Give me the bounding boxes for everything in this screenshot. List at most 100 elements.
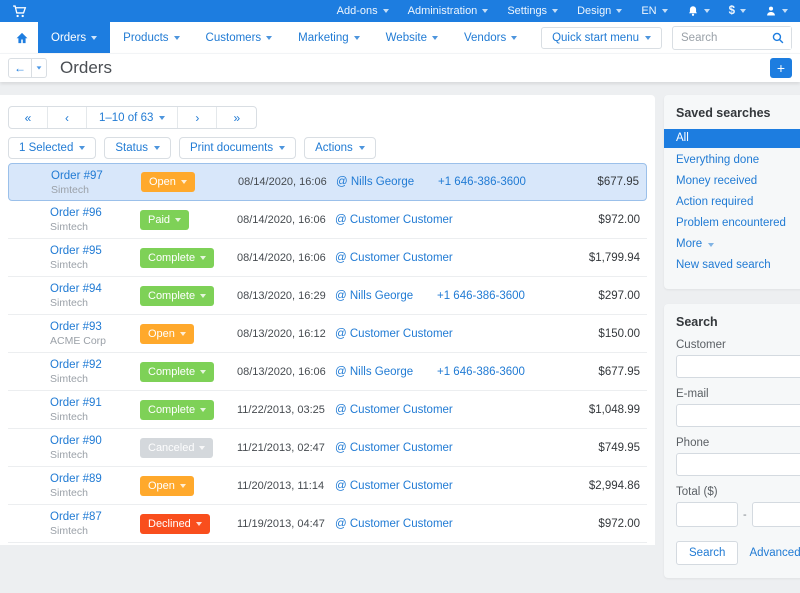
order-row[interactable]: Order #93ACME CorpOpen08/13/2020, 16:12@… bbox=[8, 315, 647, 353]
order-customer-link[interactable]: @ Customer Customer bbox=[335, 518, 453, 530]
order-customer-link[interactable]: @ Nills George bbox=[335, 366, 413, 378]
saved-search-item-all[interactable]: All bbox=[664, 129, 800, 148]
order-company: ACME Corp bbox=[50, 335, 140, 347]
topbar-menu-settings[interactable]: Settings bbox=[507, 5, 558, 17]
toolbar-button-1-selected[interactable]: 1 Selected bbox=[8, 137, 96, 159]
search-panel: Search CustomerE-mailPhone Total ($) - S… bbox=[664, 304, 800, 578]
nav-item-website[interactable]: Website bbox=[373, 22, 451, 53]
toolbar-button-status[interactable]: Status bbox=[104, 137, 171, 159]
chevron-down-icon bbox=[279, 146, 285, 150]
account-menu[interactable] bbox=[765, 5, 788, 17]
order-customer-link[interactable]: @ Customer Customer bbox=[335, 404, 453, 416]
order-link[interactable]: Order #89 bbox=[50, 472, 140, 486]
total-to-field[interactable] bbox=[752, 502, 800, 527]
advanced-search-link[interactable]: Advanced search bbox=[749, 547, 800, 559]
e-mail-field[interactable] bbox=[676, 404, 800, 427]
saved-search-item-problem-encountered[interactable]: Problem encountered bbox=[676, 213, 800, 234]
order-status-badge[interactable]: Open bbox=[140, 476, 194, 496]
order-phone-link[interactable]: +1 646-386-3600 bbox=[437, 366, 525, 378]
order-status-badge[interactable]: Canceled bbox=[140, 438, 213, 458]
nav-item-vendors[interactable]: Vendors bbox=[451, 22, 530, 53]
currency-menu[interactable]: $ bbox=[729, 5, 746, 17]
customer-field[interactable] bbox=[676, 355, 800, 378]
order-status-badge[interactable]: Complete bbox=[140, 400, 214, 420]
pagination-next-button[interactable]: › bbox=[178, 107, 217, 128]
order-row[interactable]: Order #87SimtechDeclined11/19/2013, 04:4… bbox=[8, 505, 647, 543]
order-link[interactable]: Order #96 bbox=[50, 206, 140, 220]
order-link[interactable]: Order #87 bbox=[50, 510, 140, 524]
order-link[interactable]: Order #90 bbox=[50, 434, 140, 448]
order-customer-link[interactable]: @ Customer Customer bbox=[335, 214, 453, 226]
nav-item-marketing[interactable]: Marketing bbox=[285, 22, 373, 53]
order-customer-link[interactable]: @ Customer Customer bbox=[335, 252, 453, 264]
order-status-badge[interactable]: Complete bbox=[140, 286, 214, 306]
order-row[interactable]: Order #95SimtechComplete08/14/2020, 16:0… bbox=[8, 239, 647, 277]
order-customer-link[interactable]: @ Nills George bbox=[336, 176, 414, 188]
order-row[interactable]: Order #91SimtechComplete11/22/2013, 03:2… bbox=[8, 391, 647, 429]
search-input[interactable] bbox=[673, 32, 765, 44]
order-link[interactable]: Order #95 bbox=[50, 244, 140, 258]
order-status-badge[interactable]: Open bbox=[140, 324, 194, 344]
order-row[interactable]: Order #92SimtechComplete08/13/2020, 16:0… bbox=[8, 353, 647, 391]
saved-search-item-action-required[interactable]: Action required bbox=[676, 192, 800, 213]
saved-search-item-more[interactable]: More bbox=[676, 234, 800, 255]
order-cell-id: Order #95Simtech bbox=[8, 244, 140, 271]
home-icon[interactable] bbox=[6, 22, 38, 53]
notifications-menu[interactable] bbox=[687, 5, 710, 17]
order-link[interactable]: Order #97 bbox=[51, 169, 141, 183]
order-row[interactable]: Order #90SimtechCanceled11/21/2013, 02:4… bbox=[8, 429, 647, 467]
order-status-badge[interactable]: Complete bbox=[140, 248, 214, 268]
order-link[interactable]: Order #92 bbox=[50, 358, 140, 372]
order-phone-link[interactable]: +1 646-386-3600 bbox=[437, 290, 525, 302]
nav-item-label: Vendors bbox=[464, 32, 506, 44]
order-status-label: Open bbox=[149, 176, 176, 188]
topbar-menu-en[interactable]: EN bbox=[641, 5, 667, 17]
order-row[interactable]: Order #94SimtechComplete08/13/2020, 16:2… bbox=[8, 277, 647, 315]
total-from-field[interactable] bbox=[676, 502, 738, 527]
pagination-last-button[interactable]: » bbox=[217, 107, 256, 128]
order-customer-link[interactable]: @ Nills George bbox=[335, 290, 413, 302]
topbar-menu-design[interactable]: Design bbox=[577, 5, 622, 17]
order-link[interactable]: Order #91 bbox=[50, 396, 140, 410]
back-history-dropdown[interactable] bbox=[32, 58, 47, 78]
saved-searches-title: Saved searches bbox=[676, 106, 800, 120]
pagination-prev-button[interactable]: ‹ bbox=[48, 107, 87, 128]
order-phone-link[interactable]: +1 646-386-3600 bbox=[438, 176, 526, 188]
order-status-label: Open bbox=[148, 480, 175, 492]
page-header: ← Orders + bbox=[0, 53, 800, 82]
order-row[interactable]: Order #89SimtechOpen11/20/2013, 11:14@ C… bbox=[8, 467, 647, 505]
phone-field[interactable] bbox=[676, 453, 800, 476]
pagination-range-dropdown[interactable]: 1–10 of 63 bbox=[87, 107, 178, 128]
nav-item-orders[interactable]: Orders bbox=[38, 22, 110, 53]
saved-search-item-new-saved-search[interactable]: New saved search bbox=[676, 255, 800, 276]
order-link[interactable]: Order #94 bbox=[50, 282, 140, 296]
search-icon[interactable] bbox=[765, 27, 791, 49]
toolbar-button-actions[interactable]: Actions bbox=[304, 137, 376, 159]
topbar-menu-administration[interactable]: Administration bbox=[408, 5, 489, 17]
order-status-badge[interactable]: Paid bbox=[140, 210, 189, 230]
saved-search-item-money-received[interactable]: Money received bbox=[676, 171, 800, 192]
pagination-first-button[interactable]: « bbox=[9, 107, 48, 128]
order-row[interactable]: Order #97SimtechOpen08/14/2020, 16:06@ N… bbox=[8, 163, 647, 201]
order-total: $1,799.94 bbox=[577, 252, 647, 264]
order-status-badge[interactable]: Open bbox=[141, 172, 195, 192]
order-link[interactable]: Order #93 bbox=[50, 320, 140, 334]
toolbar-button-print-documents[interactable]: Print documents bbox=[179, 137, 296, 159]
order-customer-link[interactable]: @ Customer Customer bbox=[335, 480, 453, 492]
order-customer-link[interactable]: @ Customer Customer bbox=[335, 328, 453, 340]
add-order-button[interactable]: + bbox=[770, 58, 792, 78]
saved-search-item-everything-done[interactable]: Everything done bbox=[676, 150, 800, 171]
quick-start-menu-button[interactable]: Quick start menu bbox=[541, 27, 662, 49]
nav-item-products[interactable]: Products bbox=[110, 22, 192, 53]
order-status-badge[interactable]: Complete bbox=[140, 362, 214, 382]
order-status-badge[interactable]: Declined bbox=[140, 514, 210, 534]
back-button[interactable]: ← bbox=[8, 58, 32, 78]
nav-item-customers[interactable]: Customers bbox=[193, 22, 286, 53]
cart-icon[interactable] bbox=[12, 4, 27, 19]
quick-start-menu-label: Quick start menu bbox=[552, 32, 639, 44]
order-row[interactable]: Order #96SimtechPaid08/14/2020, 16:06@ C… bbox=[8, 201, 647, 239]
order-customer-link[interactable]: @ Customer Customer bbox=[335, 442, 453, 454]
topbar-menu-add-ons[interactable]: Add-ons bbox=[337, 5, 389, 17]
nav-item-label: Orders bbox=[51, 32, 86, 44]
order-total: $2,994.86 bbox=[577, 480, 647, 492]
